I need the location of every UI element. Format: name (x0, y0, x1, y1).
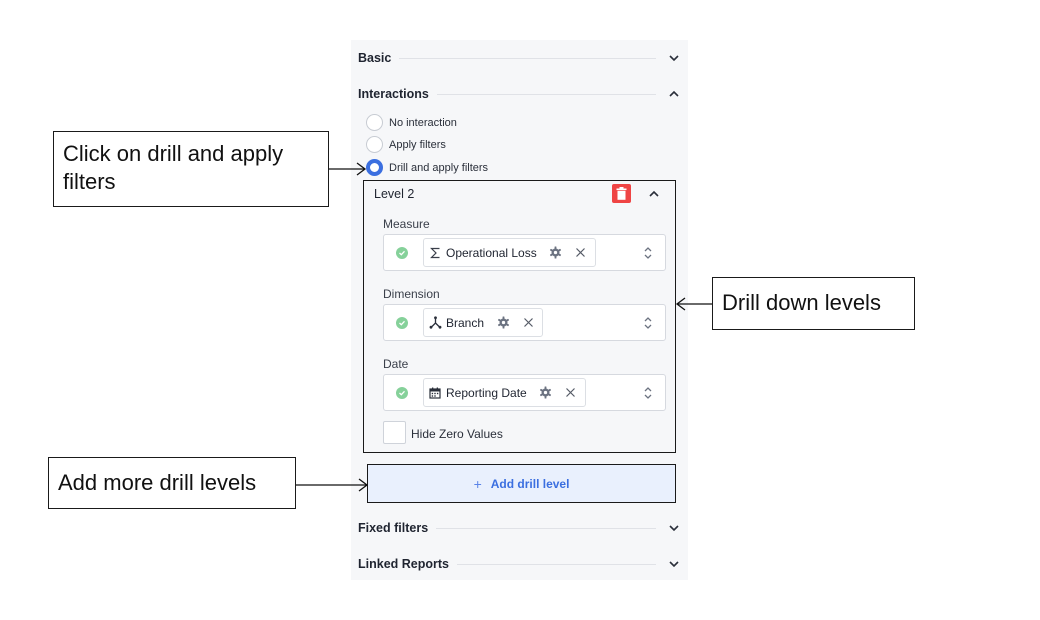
hide-zero-values-label: Hide Zero Values (411, 427, 503, 441)
calendar-icon (428, 386, 442, 400)
close-icon[interactable] (565, 387, 577, 399)
section-fixed-filters[interactable]: Fixed filters (358, 517, 680, 539)
check-circle-icon (396, 317, 408, 329)
radio-button[interactable] (366, 114, 383, 131)
gear-icon[interactable] (539, 386, 553, 400)
dimension-select[interactable]: Branch (383, 304, 666, 341)
dimension-label: Dimension (383, 287, 440, 301)
chevron-up-icon[interactable] (648, 187, 660, 199)
callout-click-drill: Click on drill and apply filters (53, 131, 329, 207)
callout-add-more-text: Add more drill levels (58, 470, 257, 495)
radio-label: Apply filters (389, 138, 446, 151)
section-basic-title: Basic (358, 51, 392, 65)
divider (436, 93, 656, 95)
measure-label: Measure (383, 217, 430, 231)
date-value: Reporting Date (446, 385, 527, 400)
radio-label: Drill and apply filters (389, 161, 489, 174)
hierarchy-icon (428, 316, 442, 330)
chevron-up-icon[interactable] (668, 88, 680, 100)
check-circle-icon (396, 387, 408, 399)
plus-icon: + (473, 475, 482, 492)
section-interactions-title: Interactions (358, 87, 429, 101)
level-title: Level 2 (374, 187, 415, 201)
measure-value: Operational Loss (446, 245, 537, 260)
divider (399, 57, 656, 59)
divider (457, 563, 656, 565)
date-chip[interactable]: Reporting Date (423, 378, 586, 407)
radio-label: No interaction (389, 116, 457, 129)
radio-button-selected[interactable] (366, 159, 383, 176)
chevron-up-down-icon[interactable] (643, 246, 653, 260)
gear-icon[interactable] (496, 316, 510, 330)
callout-drill-levels-text: Drill down levels (722, 290, 881, 315)
radio-button[interactable] (366, 136, 383, 153)
radio-drill-and-apply-filters[interactable]: Drill and apply filters (366, 159, 488, 176)
hide-zero-values-checkbox[interactable] (383, 421, 406, 444)
dimension-value: Branch (446, 315, 485, 330)
measure-select[interactable]: Operational Loss (383, 234, 666, 271)
chevron-down-icon[interactable] (668, 522, 680, 534)
section-basic[interactable]: Basic (358, 47, 680, 69)
add-drill-level-button[interactable]: + Add drill level (367, 464, 676, 503)
callout-drill-levels: Drill down levels (712, 277, 915, 330)
chevron-down-icon[interactable] (668, 558, 680, 570)
section-linked-reports[interactable]: Linked Reports (358, 553, 680, 575)
divider (436, 527, 656, 529)
section-linked-reports-title: Linked Reports (358, 557, 449, 571)
trash-icon[interactable] (612, 184, 631, 203)
radio-no-interaction[interactable]: No interaction (366, 114, 457, 131)
sigma-icon (428, 246, 442, 260)
callout-add-more: Add more drill levels (48, 457, 296, 509)
section-fixed-filters-title: Fixed filters (358, 521, 429, 535)
drill-level-card: Level 2 Measure Operational Loss Dimensi… (363, 180, 676, 453)
close-icon[interactable] (575, 247, 587, 259)
section-interactions[interactable]: Interactions (358, 83, 680, 105)
chevron-down-icon[interactable] (668, 52, 680, 64)
callout-click-drill-text: Click on drill and apply filters (63, 141, 284, 194)
date-label: Date (383, 357, 409, 371)
measure-chip[interactable]: Operational Loss (423, 238, 596, 267)
check-circle-icon (396, 247, 408, 259)
close-icon[interactable] (522, 317, 534, 329)
date-select[interactable]: Reporting Date (383, 374, 666, 411)
add-drill-level-label: Add drill level (490, 476, 570, 491)
chevron-up-down-icon[interactable] (643, 386, 653, 400)
radio-apply-filters[interactable]: Apply filters (366, 136, 446, 153)
gear-icon[interactable] (549, 246, 563, 260)
chevron-up-down-icon[interactable] (643, 316, 653, 330)
dimension-chip[interactable]: Branch (423, 308, 544, 337)
